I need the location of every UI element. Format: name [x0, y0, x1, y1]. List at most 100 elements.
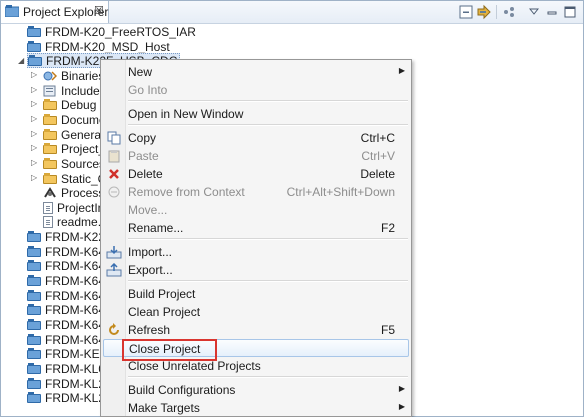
- menu-item-label: Delete: [128, 167, 163, 181]
- menu-item-go-into[interactable]: Go Into: [103, 81, 409, 99]
- project-folder-icon: [27, 290, 41, 301]
- menu-item-label: Export...: [128, 263, 173, 277]
- menu-item-label: Clean Project: [128, 305, 201, 319]
- file-icon: [43, 201, 53, 214]
- menu-item-label: Rename...: [128, 221, 184, 235]
- menu-item-label: New: [128, 65, 153, 79]
- menu-item-shortcut: Ctrl+V: [361, 149, 395, 163]
- expand-arrow-icon[interactable]: ▷: [31, 85, 37, 94]
- tree-item[interactable]: ▷ Binaries: [31, 68, 104, 83]
- delete-icon: [106, 166, 122, 182]
- tree-item-label: Debug: [61, 97, 97, 112]
- menu-item-copy[interactable]: Copy Ctrl+C: [103, 129, 409, 147]
- context-menu: New ▶ Go Into Open in New Window Copy Ctrl+C P…: [100, 59, 412, 417]
- project-folder-icon: [27, 378, 41, 389]
- submenu-arrow-icon: ▶: [398, 402, 405, 411]
- close-icon[interactable]: ☒: [94, 4, 104, 17]
- file-icon: [43, 215, 53, 228]
- expand-arrow-icon[interactable]: ▷: [31, 70, 37, 79]
- project-folder-icon: [27, 319, 41, 330]
- menu-item-label: Go Into: [128, 83, 168, 97]
- tree-item-label: FRDM-K20_FreeRTOS_IAR: [45, 24, 196, 39]
- menu-item-move[interactable]: Move...: [103, 201, 409, 219]
- submenu-arrow-icon: ▶: [398, 384, 405, 393]
- project-folder-icon: [27, 334, 41, 345]
- tree-item[interactable]: ▷ Includes: [31, 83, 106, 98]
- tree-item[interactable]: ▷ Debug: [31, 97, 97, 112]
- menu-item-label: Open in New Window: [128, 107, 244, 121]
- view-menu-icon[interactable]: [527, 4, 541, 20]
- menu-item-build-configurations[interactable]: Build Configurations ▶: [103, 381, 409, 399]
- menu-item-delete[interactable]: Delete Delete: [103, 165, 409, 183]
- project-folder-icon: [27, 304, 41, 315]
- menu-item-open-in-new-window[interactable]: Open in New Window: [103, 105, 409, 123]
- project-folder-icon: [27, 260, 41, 271]
- project-folder-icon: [27, 392, 41, 403]
- menu-separator: [128, 124, 408, 126]
- refresh-icon: [106, 322, 122, 338]
- menu-item-shortcut: Ctrl+Alt+Shift+Down: [286, 185, 395, 199]
- project-folder-icon: [27, 363, 41, 374]
- binaries-icon: [43, 70, 58, 82]
- remove-context-icon: [106, 184, 122, 200]
- menu-separator: [128, 100, 408, 102]
- minimize-icon[interactable]: [545, 4, 559, 20]
- expand-arrow-icon[interactable]: ▷: [31, 173, 37, 182]
- view-menu-separator-icon: [495, 4, 499, 20]
- filter-icon[interactable]: [501, 4, 517, 20]
- tree-item-label: FRDM-K20_MSD_Host: [45, 39, 170, 54]
- menu-item-label: Remove from Context: [128, 185, 245, 199]
- includes-icon: [43, 85, 57, 97]
- project-folder-icon: [28, 55, 42, 66]
- menu-item-label: Build Project: [128, 287, 196, 301]
- menu-item-remove-from-context[interactable]: Remove from Context Ctrl+Alt+Shift+Down: [103, 183, 409, 201]
- menu-item-refresh[interactable]: Refresh F5: [103, 321, 409, 339]
- menu-item-import[interactable]: Import...: [103, 243, 409, 261]
- menu-item-export[interactable]: Export...: [103, 261, 409, 279]
- menu-separator: [128, 280, 408, 282]
- expand-arrow-icon[interactable]: ▷: [31, 129, 37, 138]
- menu-item-label: Copy: [128, 131, 157, 145]
- menu-item-shortcut: F2: [380, 221, 395, 235]
- tree-item[interactable]: FRDM-K20_FreeRTOS_IAR: [27, 24, 196, 39]
- menu-item-label: Close Unrelated Projects: [128, 359, 261, 373]
- project-folder-icon: [27, 231, 41, 242]
- folder-icon: [43, 143, 57, 154]
- link-with-editor-icon[interactable]: [476, 4, 492, 20]
- collapse-all-icon[interactable]: [458, 4, 474, 20]
- tree-item-label: Includes: [61, 83, 106, 98]
- folder-icon: [43, 158, 57, 169]
- export-icon: [106, 262, 122, 278]
- tree-item[interactable]: ▷ Sources: [31, 156, 106, 171]
- expand-arrow-icon[interactable]: ▷: [31, 99, 37, 108]
- menu-item-label: Build Configurations: [128, 383, 236, 397]
- paste-icon: [106, 148, 122, 164]
- maximize-icon[interactable]: [563, 4, 577, 20]
- tree-item[interactable]: ProjectInf: [43, 200, 108, 215]
- tree-item-label: Sources: [61, 156, 106, 171]
- project-folder-icon: [27, 41, 41, 52]
- menu-item-rename[interactable]: Rename... F2: [103, 219, 409, 237]
- menu-item-new[interactable]: New ▶: [103, 63, 409, 81]
- menu-item-label: Import...: [128, 245, 173, 259]
- menu-item-label: Make Targets: [128, 401, 200, 415]
- menu-item-clean-project[interactable]: Clean Project: [103, 303, 409, 321]
- processor-expert-icon: [43, 186, 57, 199]
- copy-icon: [106, 130, 122, 146]
- menu-separator: [128, 376, 408, 378]
- menu-item-make-targets[interactable]: Make Targets ▶: [103, 399, 409, 417]
- project-folder-icon: [27, 275, 41, 286]
- menu-item-label: Refresh: [128, 323, 171, 337]
- menu-item-paste[interactable]: Paste Ctrl+V: [103, 147, 409, 165]
- menu-item-shortcut: Delete: [360, 167, 395, 181]
- expand-arrow-icon[interactable]: ▷: [31, 114, 37, 123]
- highlight-annotation-box: [122, 339, 217, 361]
- tree-item[interactable]: FRDM-K20_MSD_Host: [27, 39, 170, 54]
- expand-arrow-icon[interactable]: ▷: [31, 143, 37, 152]
- tab-project-explorer[interactable]: Project Explorer ☒: [1, 1, 109, 23]
- project-folder-icon: [27, 348, 41, 359]
- collapse-arrow-icon[interactable]: ◢: [18, 56, 24, 65]
- expand-arrow-icon[interactable]: ▷: [31, 158, 37, 167]
- menu-item-label: Paste: [128, 149, 159, 163]
- menu-item-build-project[interactable]: Build Project: [103, 285, 409, 303]
